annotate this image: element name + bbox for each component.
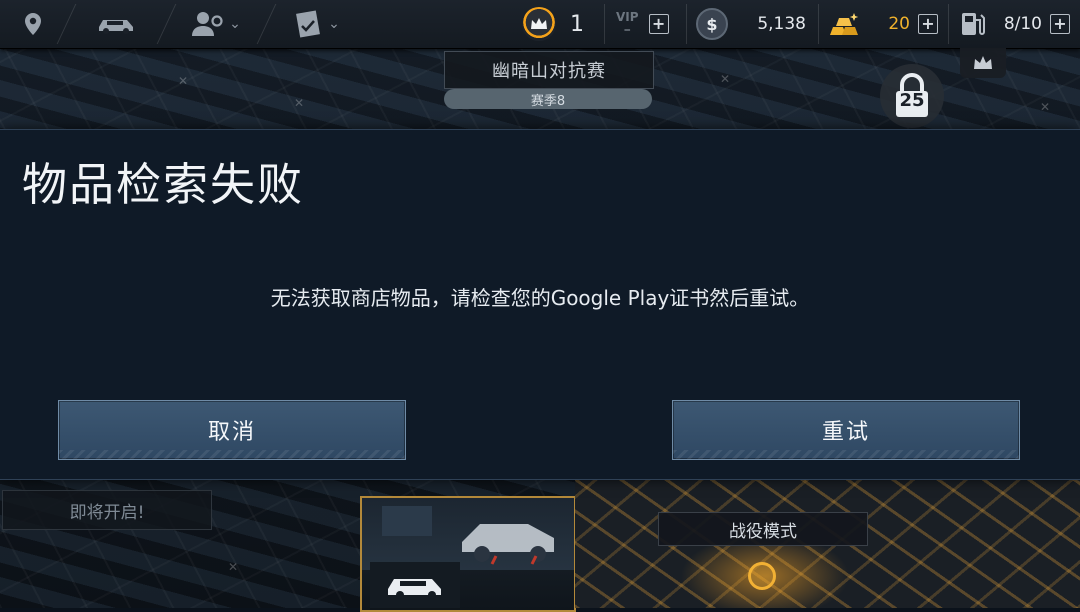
- dropdown-chevron-icon[interactable]: ⌄: [229, 16, 241, 32]
- car-icon: [388, 579, 441, 599]
- map-button[interactable]: [0, 0, 66, 48]
- vip-add-plus-icon[interactable]: +: [648, 14, 669, 34]
- car-icon: [99, 20, 133, 34]
- map-marker: ✕: [1040, 100, 1051, 114]
- cash-indicator[interactable]: $ 5,138: [696, 0, 810, 48]
- garage-button[interactable]: [66, 0, 166, 48]
- car-event-card[interactable]: [360, 496, 576, 612]
- level-value: 1: [570, 11, 584, 37]
- crown-icon: [974, 56, 992, 69]
- retry-button[interactable]: 重试: [672, 400, 1020, 460]
- top-hud: ⌄ ⌄ 1 VIP – + $ 5,138 20 + 8/10 +: [0, 0, 1080, 49]
- hud-divider: [604, 4, 605, 44]
- lock-level-value: 25: [899, 90, 925, 111]
- campaign-mode-label[interactable]: 战役模式: [658, 512, 868, 546]
- campaign-location-pin-icon[interactable]: [748, 562, 776, 590]
- map-marker: ✕: [178, 74, 189, 88]
- crown-tab[interactable]: [960, 48, 1006, 78]
- dialog-title: 物品检索失败: [22, 158, 305, 211]
- cancel-button[interactable]: 取消: [58, 400, 406, 460]
- garage-preview-image: [362, 498, 574, 570]
- licenses-button[interactable]: ⌄: [266, 0, 366, 48]
- gold-bars-icon: [830, 13, 859, 35]
- gold-value: 20: [888, 14, 910, 34]
- cash-value: 5,138: [757, 14, 806, 34]
- vip-sub: –: [623, 22, 631, 38]
- map-marker: ✕: [228, 560, 239, 574]
- season-badge: 赛季8: [444, 89, 652, 109]
- gold-indicator[interactable]: 20 +: [828, 0, 938, 48]
- gold-add-plus-icon[interactable]: +: [918, 14, 938, 34]
- vip-indicator[interactable]: VIP – +: [616, 0, 669, 48]
- dollar-coin-icon: $: [696, 8, 728, 40]
- license-check-icon: [296, 10, 321, 38]
- car-icon-box: [370, 562, 460, 608]
- error-dialog: 物品检索失败 无法获取商店物品，请检查您的Google Play证书然后重试。 …: [0, 129, 1080, 480]
- map-marker: ✕: [720, 72, 731, 86]
- dropdown-chevron-icon[interactable]: ⌄: [328, 16, 340, 32]
- coming-soon-label: 即将开启!: [2, 490, 212, 530]
- event-title[interactable]: 幽暗山对抗赛: [444, 51, 654, 89]
- hud-divider: [948, 4, 949, 44]
- crown-level-icon: [522, 7, 556, 41]
- fuel-add-plus-icon[interactable]: +: [1050, 14, 1070, 34]
- fuel-pump-icon: [962, 13, 985, 35]
- fuel-value: 8/10: [1003, 14, 1042, 34]
- level-indicator[interactable]: 1: [522, 0, 584, 48]
- map-pin-icon: [25, 13, 41, 35]
- locked-level-badge: 25: [880, 64, 944, 128]
- hud-divider: [818, 4, 819, 44]
- map-marker: ✕: [294, 96, 305, 110]
- dialog-message: 无法获取商店物品，请检查您的Google Play证书然后重试。: [270, 286, 810, 310]
- fuel-indicator[interactable]: 8/10 +: [960, 0, 1070, 48]
- hud-nav: ⌄ ⌄: [0, 0, 380, 48]
- hud-divider: [686, 4, 687, 44]
- profile-settings-icon: [192, 12, 223, 36]
- profile-button[interactable]: ⌄: [166, 0, 266, 48]
- car-on-lift-image: [382, 506, 554, 565]
